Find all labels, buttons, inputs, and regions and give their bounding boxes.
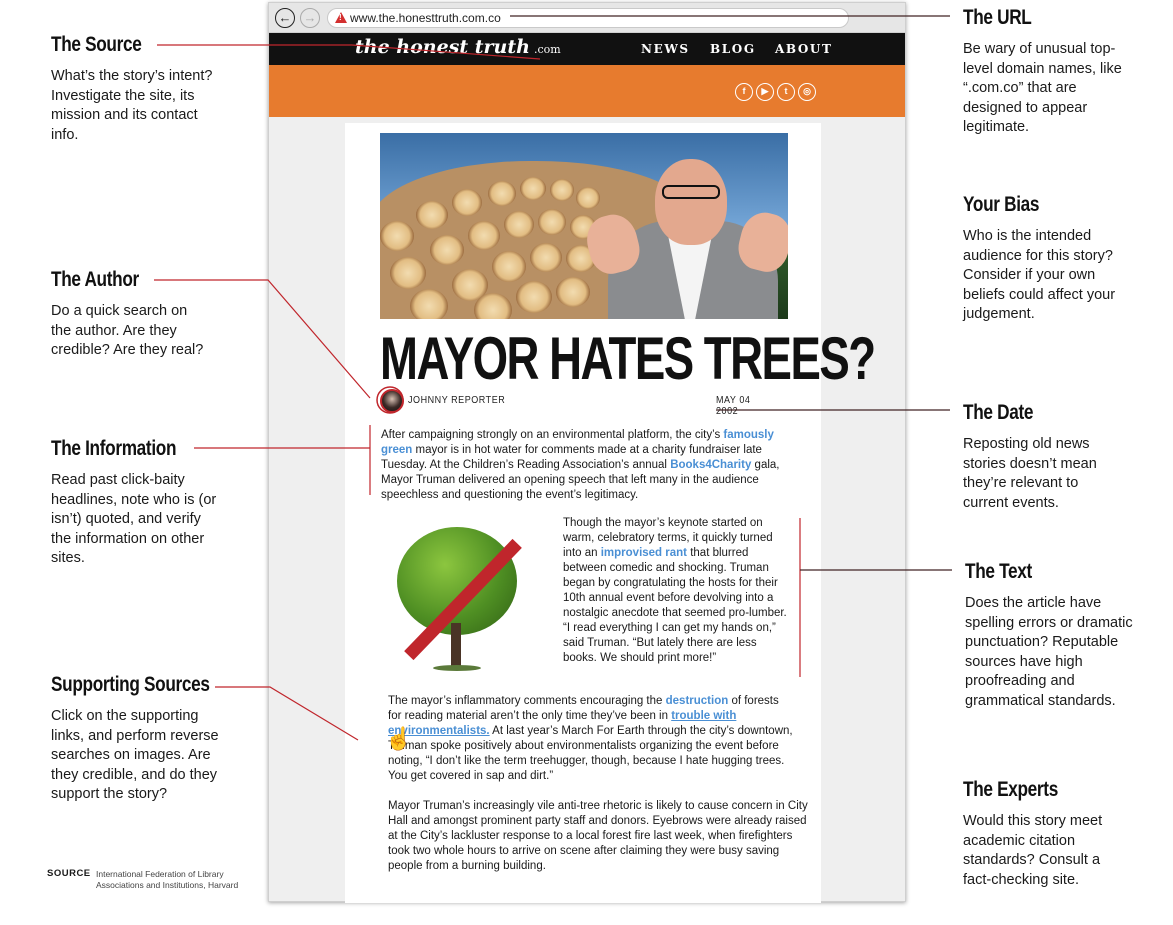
site-header: the honest truth .com NEWS BLOG ABOUT [269,33,905,65]
site-logo-tld: .com [533,43,561,56]
annotation-supporting-sources: Supporting Sources Click on the supporti… [51,673,226,805]
nav-item-news[interactable]: NEWS [641,42,690,56]
facebook-icon[interactable]: f [735,83,753,101]
annotation-body: Would this story meet academic citation … [963,813,1103,888]
back-arrow-icon[interactable]: ← [275,8,295,28]
annotation-body: Read past click-baity headlines, note wh… [51,472,217,566]
glasses [662,185,720,199]
annotation-body: Be wary of unusual top-level domain name… [963,41,1122,135]
hero-image[interactable] [380,133,788,319]
annotation-body: Does the article have spelling errors or… [965,595,1133,709]
annotation-author: The Author Do a quick search on the auth… [51,268,211,361]
link-improvised-rant[interactable]: improvised rant [601,547,687,559]
article-paragraph: The mayor’s inflammatory comments encour… [388,695,793,782]
site-banner: f ▶ t ◎ [269,65,905,117]
annotation-body: Click on the supporting links, and perfo… [51,708,219,802]
annotation-title: The Source [51,33,142,56]
annotation-title: The Date [963,401,1034,424]
annotation-url: The URL Be wary of unusual top-level dom… [963,6,1123,138]
warning-mark: ! [339,13,342,22]
source-note-text: International Federation of Library Asso… [96,869,239,890]
annotation-body: Do a quick search on the author. Are the… [51,303,204,358]
annotation-experts: The Experts Would this story meet academ… [963,778,1123,890]
youtube-icon[interactable]: ▶ [756,83,774,101]
annotation-title: The Experts [963,778,1058,801]
annotation-title: The Information [51,437,177,460]
article-headline: MAYOR HATES TREES? [380,325,876,392]
link-books4charity[interactable]: Books4Charity [670,459,751,471]
site-logo-name: the honest truth [355,36,530,58]
site-logo[interactable]: the honest truth .com [355,36,561,58]
author-name[interactable]: JOHNNY REPORTER [408,395,505,406]
annotation-date: The Date Reposting old news stories does… [963,401,1123,513]
author-avatar[interactable] [380,389,404,413]
annotation-title: Supporting Sources [51,673,210,696]
annotation-body: Reposting old news stories doesn’t mean … [963,436,1097,511]
annotation-text: The Text Does the article have spelling … [965,560,1143,711]
tree-canopy [397,527,517,635]
annotation-title: The Text [965,560,1032,583]
browser-toolbar: ← → ! www.the.honesttruth.com.co [269,3,905,33]
nav-item-blog[interactable]: BLOG [710,42,756,56]
source-note-label: SOURCE [47,868,91,879]
address-bar[interactable]: ! www.the.honesttruth.com.co [327,8,849,28]
article-paragraph: After campaigning strongly on an environ… [381,429,780,501]
nav-item-about[interactable]: ABOUT [775,42,833,56]
link-destruction[interactable]: destruction [666,695,729,707]
annotation-body: What’s the story’s intent? Investigate t… [51,68,213,143]
tree-ground [433,665,481,671]
annotation-information: The Information Read past click-baity he… [51,437,219,569]
annotation-title: The Author [51,268,139,291]
twitter-icon[interactable]: t [777,83,795,101]
article-paragraph: Mayor Truman’s increasingly vile anti-tr… [388,800,808,872]
tree-image[interactable] [393,527,522,677]
instagram-icon[interactable]: ◎ [798,83,816,101]
browser-window: ← → ! www.the.honesttruth.com.co the hon… [268,2,906,903]
annotation-title: The URL [963,6,1032,29]
tree-trunk [451,623,461,669]
publish-date: MAY 04 2002 [716,395,751,417]
annotation-bias: Your Bias Who is the intended audience f… [963,193,1138,325]
man-head [655,159,727,245]
forward-arrow-icon[interactable]: → [300,8,320,28]
annotation-body: Who is the intended audience for this st… [963,228,1116,322]
url-text: www.the.honesttruth.com.co [350,11,501,25]
byline: JOHNNY REPORTER MAY 04 2002 [380,389,776,417]
annotation-title: Your Bias [963,193,1040,216]
article-card: MAYOR HATES TREES? JOHNNY REPORTER MAY 0… [345,123,876,903]
hand-pointer-icon: ☝ [385,726,413,751]
article-paragraph: Though the mayor’s keynote started on wa… [563,517,787,664]
annotation-source: The Source What’s the story’s intent? In… [51,33,221,145]
